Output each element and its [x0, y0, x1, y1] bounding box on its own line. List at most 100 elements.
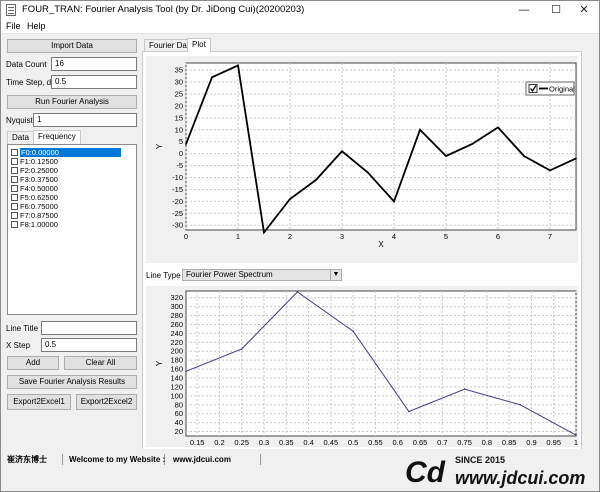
checkbox-icon[interactable] — [11, 158, 18, 165]
data-point — [289, 198, 291, 200]
y-tick-label: 25 — [175, 90, 183, 99]
app-window: FOUR_TRAN: Fourier Analysis Tool (by Dr.… — [0, 0, 600, 492]
y-tick-label: 10 — [175, 125, 183, 134]
list-item[interactable]: F7:0.87500 — [11, 211, 136, 220]
x-tick-label: 0.15 — [190, 438, 205, 447]
x-tick-label: 0.45 — [324, 438, 339, 447]
line-title-input[interactable] — [41, 321, 137, 335]
y-tick-label: 35 — [175, 66, 183, 75]
x-tick-label: 6 — [496, 232, 500, 241]
logo-mark: Cd — [405, 456, 446, 489]
list-item[interactable]: F4:0.50000 — [11, 184, 136, 193]
x-tick-label: 0.8 — [482, 438, 492, 447]
data-point — [419, 129, 421, 131]
signal-chart: 0 1 2 3 4 5 6 7 -30 -25 -20 -15 -10 -5 0 5 10 15 20 25 30 35 X… — [146, 56, 578, 263]
spectrum-chart: 0.15 0.2 0.25 0.3 0.35 0.4 0.45 0.5 0.55 0.6 0.65 0… — [146, 286, 578, 455]
x-tick-label: 1 — [236, 232, 240, 241]
plot-frame — [185, 290, 577, 437]
logo-url: www.jdcui.com — [455, 468, 585, 488]
y-tick-label: -30 — [172, 221, 183, 230]
save-results-button[interactable]: Save Fourier Analysis Results — [7, 375, 137, 389]
checkbox-icon[interactable] — [11, 203, 18, 210]
tab-plot[interactable]: Plot — [187, 38, 211, 52]
close-button[interactable]: ✕ — [569, 1, 599, 19]
data-point — [523, 155, 525, 157]
site-logo: Cd SINCE 2015 www.jdcui.com — [403, 450, 593, 490]
y-tick-label: 120 — [170, 382, 183, 391]
maximize-button[interactable]: ☐ — [541, 1, 571, 19]
export-excel1-button[interactable]: Export2Excel1 — [7, 394, 71, 410]
data-point — [367, 171, 369, 174]
list-item[interactable]: F8:1.00000 — [11, 220, 136, 229]
y-tick-label: 20 — [175, 427, 183, 436]
checkbox-icon[interactable] — [11, 167, 18, 174]
nyquist-input[interactable]: 1 — [33, 113, 137, 127]
frequency-list[interactable]: F0:0.00000 F1:0.12500 F2:0.25000 F3:0.37… — [7, 144, 137, 315]
x-tick-label: 0.2 — [214, 438, 224, 447]
y-tick-label: 300 — [170, 302, 183, 311]
checkbox-icon[interactable] — [11, 212, 18, 219]
y-tick-label: 240 — [170, 329, 183, 338]
menu-help[interactable]: Help — [27, 21, 46, 31]
data-count-input[interactable]: 16 — [51, 57, 137, 71]
list-item[interactable]: F3:0.37500 — [11, 175, 136, 184]
x-axis-label: Frequency — [362, 446, 400, 447]
tab-data[interactable]: Data — [7, 131, 34, 144]
checkbox-icon[interactable] — [11, 221, 18, 228]
list-item[interactable]: F0:0.00000 — [11, 148, 136, 157]
list-item[interactable]: F5:0.62500 — [11, 193, 136, 202]
x-tick-label: 0.95 — [546, 438, 561, 447]
y-tick-label: -5 — [176, 161, 183, 170]
y-tick-label: 30 — [175, 78, 183, 87]
x-tick-label: 1 — [574, 438, 578, 447]
menu-file[interactable]: File — [6, 21, 21, 31]
data-point — [185, 143, 187, 145]
tab-frequency[interactable]: Frequency — [33, 130, 81, 144]
y-tick-label: 200 — [170, 347, 183, 356]
x-tick-label: 0.35 — [279, 438, 294, 447]
checkbox-icon[interactable] — [11, 185, 18, 192]
data-point — [393, 200, 395, 203]
x-axis-label: X — [378, 240, 384, 249]
y-tick-label: 15 — [175, 113, 183, 122]
line-type-select[interactable]: Fourier Power Spectrum ▼ — [182, 269, 342, 281]
x-tick-label: 5 — [444, 232, 448, 241]
list-item[interactable]: F2:0.25000 — [11, 166, 136, 175]
add-button[interactable]: Add — [7, 356, 59, 370]
y-tick-label: 260 — [170, 320, 183, 329]
data-point — [408, 410, 410, 413]
x-tick-label: 0.3 — [259, 438, 269, 447]
status-site[interactable]: www.jdcui.com — [171, 454, 261, 465]
y-tick-label: 0 — [179, 149, 183, 158]
checkbox-icon[interactable] — [11, 149, 18, 156]
run-fourier-button[interactable]: Run Fourier Analysis — [7, 95, 137, 109]
y-tick-label: -25 — [172, 209, 183, 218]
app-icon — [6, 4, 16, 16]
checkbox-icon[interactable] — [11, 176, 18, 183]
export-excel2-button[interactable]: Export2Excel2 — [76, 394, 137, 410]
y-tick-label: 140 — [170, 374, 183, 383]
x-tick-label: 0.75 — [457, 438, 472, 447]
chevron-down-icon[interactable]: ▼ — [330, 270, 341, 280]
list-item[interactable]: F6:0.75000 — [11, 202, 136, 211]
data-point — [341, 150, 343, 153]
y-tick-label: 100 — [170, 391, 183, 400]
checkbox-icon[interactable] — [11, 194, 18, 201]
minimize-button[interactable]: — — [509, 1, 539, 19]
x-step-input[interactable]: 0.5 — [41, 338, 137, 352]
clear-all-button[interactable]: Clear All — [64, 356, 137, 370]
y-tick-label: -20 — [172, 197, 183, 206]
x-tick-label: 0.65 — [413, 438, 428, 447]
y-tick-label: 160 — [170, 365, 183, 374]
legend-label: Original — [549, 85, 575, 94]
import-data-button[interactable]: Import Data — [7, 39, 137, 53]
legend: Original — [525, 81, 575, 96]
y-tick-label: 5 — [179, 137, 183, 146]
status-author: 崔济东博士 — [5, 454, 63, 465]
data-point — [575, 157, 577, 160]
time-step-input[interactable]: 0.5 — [51, 75, 137, 89]
time-step-label: Time Step, dx — [6, 78, 56, 87]
line-type-label: Line Type — [146, 271, 181, 280]
list-item[interactable]: F1:0.12500 — [11, 157, 136, 166]
menu-bar: File Help — [1, 19, 599, 34]
